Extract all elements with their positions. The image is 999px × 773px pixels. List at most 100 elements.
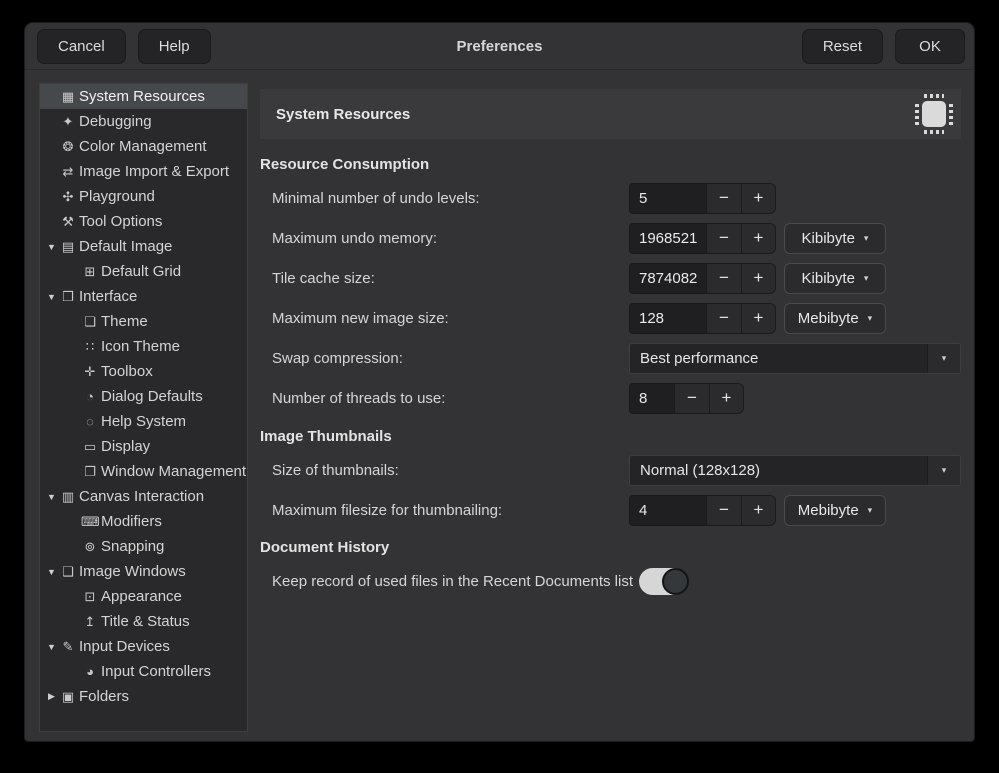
minus-icon: − [719,308,729,328]
sidebar-item-default-grid[interactable]: ⊞Default Grid [40,259,247,284]
sidebar-item-playground[interactable]: ✣Playground [40,184,247,209]
tile-cache-unit-dropdown[interactable]: Kibibyte ▾ [784,263,886,294]
sidebar-item-interface[interactable]: ▼❒Interface [40,284,247,309]
help-button[interactable]: Help [138,29,211,64]
ok-button[interactable]: OK [895,29,965,64]
sidebar-item-label: Title & Status [101,613,190,630]
row-undo-memory: Maximum undo memory: − + Kibibyte ▾ [260,218,961,258]
row-swap-compression: Swap compression: Best performance ▾ [260,338,961,378]
triangle-right-icon[interactable]: ▶ [44,691,59,702]
undo-memory-increment-button[interactable]: + [741,223,776,254]
plus-icon: + [754,228,764,248]
sidebar-item-label: Default Image [79,238,172,255]
cancel-button[interactable]: Cancel [37,29,126,64]
max-image-size-input[interactable] [629,303,706,334]
tile-cache-increment-button[interactable]: + [741,263,776,294]
undo-levels-increment-button[interactable]: + [741,183,776,214]
tile-cache-input[interactable] [629,263,706,294]
thumbnail-filesize-unit-dropdown[interactable]: Mebibyte ▾ [784,495,886,526]
triangle-down-icon[interactable]: ▼ [44,567,59,577]
sidebar-item-folders[interactable]: ▶▣Folders [40,684,247,709]
sidebar-item-label: Dialog Defaults [101,388,203,405]
thumbnail-size-label: Size of thumbnails: [260,462,629,479]
sidebar-item-image-import-export[interactable]: ⇄Image Import & Export [40,159,247,184]
max-image-size-unit-dropdown[interactable]: Mebibyte ▾ [784,303,886,334]
sidebar-item-appearance[interactable]: ⊡Appearance [40,584,247,609]
sidebar-item-input-devices[interactable]: ▼✎Input Devices [40,634,247,659]
max-image-size-decrement-button[interactable]: − [706,303,741,334]
swap-compression-dropdown[interactable]: Best performance ▾ [629,343,961,374]
minus-icon: − [687,388,697,408]
sidebar-item-display[interactable]: ▭Display [40,434,247,459]
sidebar-item-label: Appearance [101,588,182,605]
sidebar-item-dialog-defaults[interactable]: ◔Dialog Defaults [40,384,247,409]
undo-levels-label: Minimal number of undo levels: [260,190,629,207]
sidebar-item-theme[interactable]: ❏Theme [40,309,247,334]
tile-cache-decrement-button[interactable]: − [706,263,741,294]
sidebar-item-snapping[interactable]: ⊚Snapping [40,534,247,559]
unit-label: Kibibyte [802,230,855,247]
recent-documents-toggle[interactable] [639,568,688,595]
plus-icon: + [754,500,764,520]
undo-memory-input[interactable] [629,223,706,254]
threads-input[interactable] [629,383,674,414]
import-export-icon: ⇄ [59,164,77,180]
sidebar-item-default-image[interactable]: ▼▤Default Image [40,234,247,259]
thumbnail-filesize-label: Maximum filesize for thumbnailing: [260,502,629,519]
help-system-icon: ◌ [81,414,99,429]
sidebar-item-label: Help System [101,413,186,430]
undo-memory-spinner: − + [629,223,776,254]
sidebar-item-toolbox[interactable]: ✛Toolbox [40,359,247,384]
thumbnail-filesize-decrement-button[interactable]: − [706,495,741,526]
max-image-size-spinner: − + [629,303,776,334]
plus-icon: + [754,268,764,288]
sidebar-item-window-management[interactable]: ❐Window Management [40,459,247,484]
sidebar-item-color-management[interactable]: ❂Color Management [40,134,247,159]
max-image-size-increment-button[interactable]: + [741,303,776,334]
thumbnail-filesize-increment-button[interactable]: + [741,495,776,526]
threads-increment-button[interactable]: + [709,383,744,414]
sidebar-item-icon-theme[interactable]: ∷Icon Theme [40,334,247,359]
sidebar-item-debugging[interactable]: ✦Debugging [40,109,247,134]
input-controllers-icon: ◕ [81,664,99,679]
sidebar-item-label: Icon Theme [101,338,180,355]
thumbnail-size-dropdown[interactable]: Normal (128x128) ▾ [629,455,961,486]
undo-memory-label: Maximum undo memory: [260,230,629,247]
sidebar-item-label: Modifiers [101,513,162,530]
triangle-down-icon[interactable]: ▼ [44,242,59,252]
snapping-icon: ⊚ [81,539,99,555]
sidebar-item-modifiers[interactable]: ⌨Modifiers [40,509,247,534]
undo-memory-decrement-button[interactable]: − [706,223,741,254]
thumbnail-filesize-input[interactable] [629,495,706,526]
triangle-down-icon[interactable]: ▼ [44,292,59,302]
section-image-thumbnails: Image Thumbnails [260,428,961,446]
triangle-down-icon[interactable]: ▼ [44,492,59,502]
sidebar-item-label: Snapping [101,538,164,555]
row-thumbnail-size: Size of thumbnails: Normal (128x128) ▾ [260,450,961,490]
sidebar-item-input-controllers[interactable]: ◕Input Controllers [40,659,247,684]
sidebar-item-label: Tool Options [79,213,162,230]
cpu-icon: ▦ [59,89,77,105]
swap-compression-value: Best performance [630,344,927,373]
undo-levels-input[interactable] [629,183,706,214]
cpu-icon [911,91,957,137]
caret-down-icon: ▾ [942,465,947,476]
tile-cache-spinner: − + [629,263,776,294]
sidebar-item-tool-options[interactable]: ⚒Tool Options [40,209,247,234]
sidebar-item-canvas-interaction[interactable]: ▼▥Canvas Interaction [40,484,247,509]
reset-button[interactable]: Reset [802,29,883,64]
triangle-down-icon[interactable]: ▼ [44,642,59,652]
undo-levels-decrement-button[interactable]: − [706,183,741,214]
sidebar-item-title-status[interactable]: ↥Title & Status [40,609,247,634]
window-management-icon: ❐ [81,464,99,480]
sidebar-item-image-windows[interactable]: ▼❑Image Windows [40,559,247,584]
sidebar-item-system-resources[interactable]: ▦System Resources [40,84,247,109]
sidebar-item-help-system[interactable]: ◌Help System [40,409,247,434]
row-recent-documents: Keep record of used files in the Recent … [260,567,961,595]
row-threads: Number of threads to use: − + [260,378,961,418]
undo-memory-unit-dropdown[interactable]: Kibibyte ▾ [784,223,886,254]
unit-label: Mebibyte [798,502,859,519]
threads-decrement-button[interactable]: − [674,383,709,414]
row-tile-cache: Tile cache size: − + Kibibyte ▾ [260,258,961,298]
undo-levels-spinner: − + [629,183,776,214]
